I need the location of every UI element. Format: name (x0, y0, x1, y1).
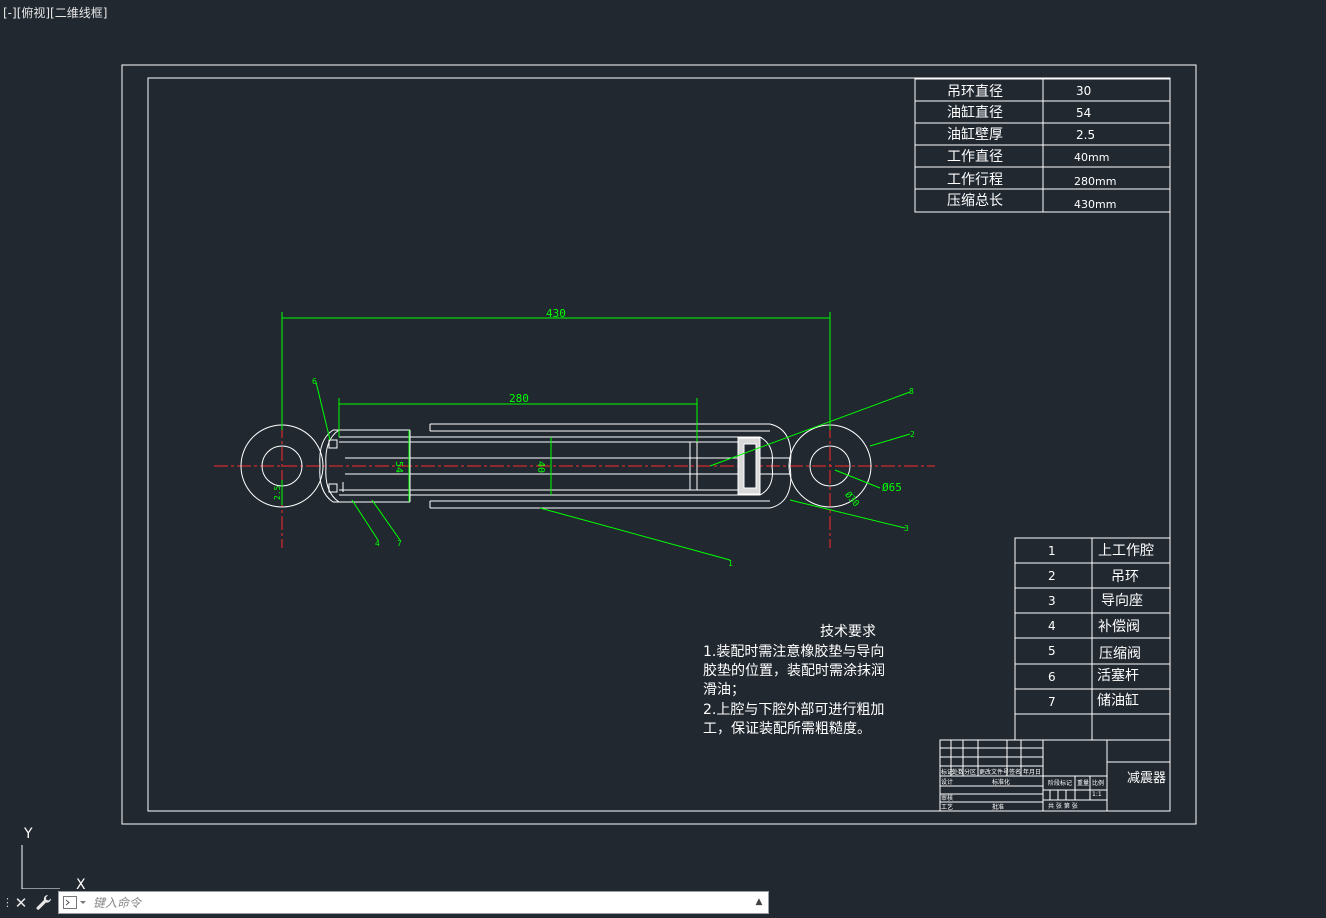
callout-1: 1 (728, 559, 733, 568)
parts-list-text: 1 上工作腔 2 吊环 3 导向座 4 补偿阀 5 压缩阀 6 活塞杆 7 储油… (1048, 543, 1154, 709)
part-no: 6 (1048, 670, 1056, 684)
tb-craft: 工艺 (941, 803, 953, 811)
param-value: 30 (1076, 84, 1091, 98)
dim-working: 40 (535, 461, 546, 473)
command-prompt-icon[interactable] (63, 896, 87, 910)
param-value: 54 (1076, 106, 1091, 120)
callout-6: 6 (312, 377, 317, 386)
drawing-canvas[interactable]: 吊环直径 30 油缸直径 54 油缸壁厚 2.5 工作直径 40mm 工作行程 … (0, 0, 1326, 889)
part-no: 4 (1048, 619, 1056, 633)
part-name: 上工作腔 (1098, 543, 1154, 559)
grip-handle-icon[interactable]: ⋮ (2, 893, 13, 913)
tb-weight: 重量 (1077, 779, 1089, 787)
drawing-name: 减震器 (1127, 771, 1166, 786)
tb-header: 更改文件号 (979, 768, 1009, 776)
ucs-icon (21, 845, 60, 889)
callout-7: 7 (397, 539, 402, 548)
dimensions (281, 312, 911, 561)
tb-header: 处数 (952, 768, 964, 776)
command-line-bar: ⋮ ✕ ▲ (0, 889, 770, 916)
parts-list-table (1014, 537, 1171, 741)
notes-title: 技术要求 (820, 624, 876, 640)
tb-stage: 阶段标记 (1048, 779, 1072, 787)
ucs-x-label: X (76, 877, 86, 889)
part-no: 1 (1048, 544, 1056, 558)
close-icon[interactable]: ✕ (12, 892, 30, 914)
technical-requirements: 技术要求 1.装配时需注意橡胶垫与导向 胶垫的位置，装配时需涂抹润 滑油； 2.… (703, 624, 885, 737)
command-input-box[interactable]: ▲ (58, 891, 769, 914)
param-name: 压缩总长 (947, 193, 1003, 209)
part-no: 3 (1048, 594, 1056, 608)
dim-stroke: 280 (509, 392, 529, 405)
dim-wall: 2.5 (273, 485, 282, 500)
tb-scale: 比例 (1092, 779, 1104, 787)
wrench-icon[interactable] (34, 892, 54, 914)
tb-sheets: 共 张 第 张 (1048, 802, 1078, 810)
callout-2: 2 (910, 430, 915, 439)
part-no: 5 (1048, 644, 1056, 658)
dim-overall: 430 (546, 307, 566, 320)
param-name: 工作直径 (947, 148, 1003, 165)
tb-header: 分区 (964, 768, 976, 776)
part-name: 活塞杆 (1097, 667, 1139, 684)
param-name: 工作行程 (947, 172, 1003, 188)
notes-line: 2.上腔与下腔外部可进行粗加 (703, 702, 884, 718)
sheet-outer-border (121, 64, 1197, 825)
callout-8: 8 (909, 387, 914, 396)
notes-line: 胶垫的位置，装配时需涂抹润 (703, 662, 885, 679)
sheet-inner-border (147, 77, 1171, 812)
tb-scale-value: 1:1 (1092, 791, 1102, 798)
tb-standard: 标准化 (992, 778, 1010, 786)
param-value: 280mm (1074, 175, 1116, 188)
tb-header: 签名 (1009, 768, 1021, 776)
part-name: 补偿阀 (1098, 619, 1140, 635)
parameter-table-text: 吊环直径 30 油缸直径 54 油缸壁厚 2.5 工作直径 40mm 工作行程 … (947, 83, 1116, 211)
tb-header: 年月日 (1023, 768, 1041, 776)
part-name: 压缩阀 (1099, 646, 1141, 662)
dim-cylinder: 54 (393, 461, 404, 473)
notes-line: 工，保证装配所需粗糙度。 (703, 721, 871, 737)
tb-design: 设计 (941, 778, 953, 786)
param-name: 油缸直径 (947, 104, 1003, 121)
callout-4: 4 (375, 539, 380, 548)
dim-eye-outer: Ø65 (882, 481, 902, 494)
param-value: 430mm (1074, 198, 1116, 211)
part-name: 导向座 (1101, 593, 1143, 609)
param-value: 40mm (1074, 151, 1109, 164)
part-name: 吊环 (1111, 569, 1139, 585)
chevron-up-icon[interactable]: ▲ (753, 895, 765, 910)
tb-approve: 批准 (992, 803, 1004, 811)
callout-3: 3 (904, 524, 909, 533)
notes-line: 1.装配时需注意橡胶垫与导向 (703, 643, 884, 660)
part-name: 储油缸 (1097, 692, 1139, 709)
param-name: 吊环直径 (947, 83, 1003, 100)
part-no: 2 (1048, 569, 1056, 583)
tb-review: 审核 (941, 794, 953, 802)
param-value: 2.5 (1076, 128, 1095, 142)
ucs-y-label: Y (23, 826, 33, 842)
part-no: 7 (1048, 695, 1056, 709)
param-name: 油缸壁厚 (947, 126, 1003, 143)
dim-eye-inner: Ø30 (842, 490, 861, 510)
notes-line: 滑油； (703, 681, 745, 698)
command-input[interactable] (93, 892, 743, 913)
